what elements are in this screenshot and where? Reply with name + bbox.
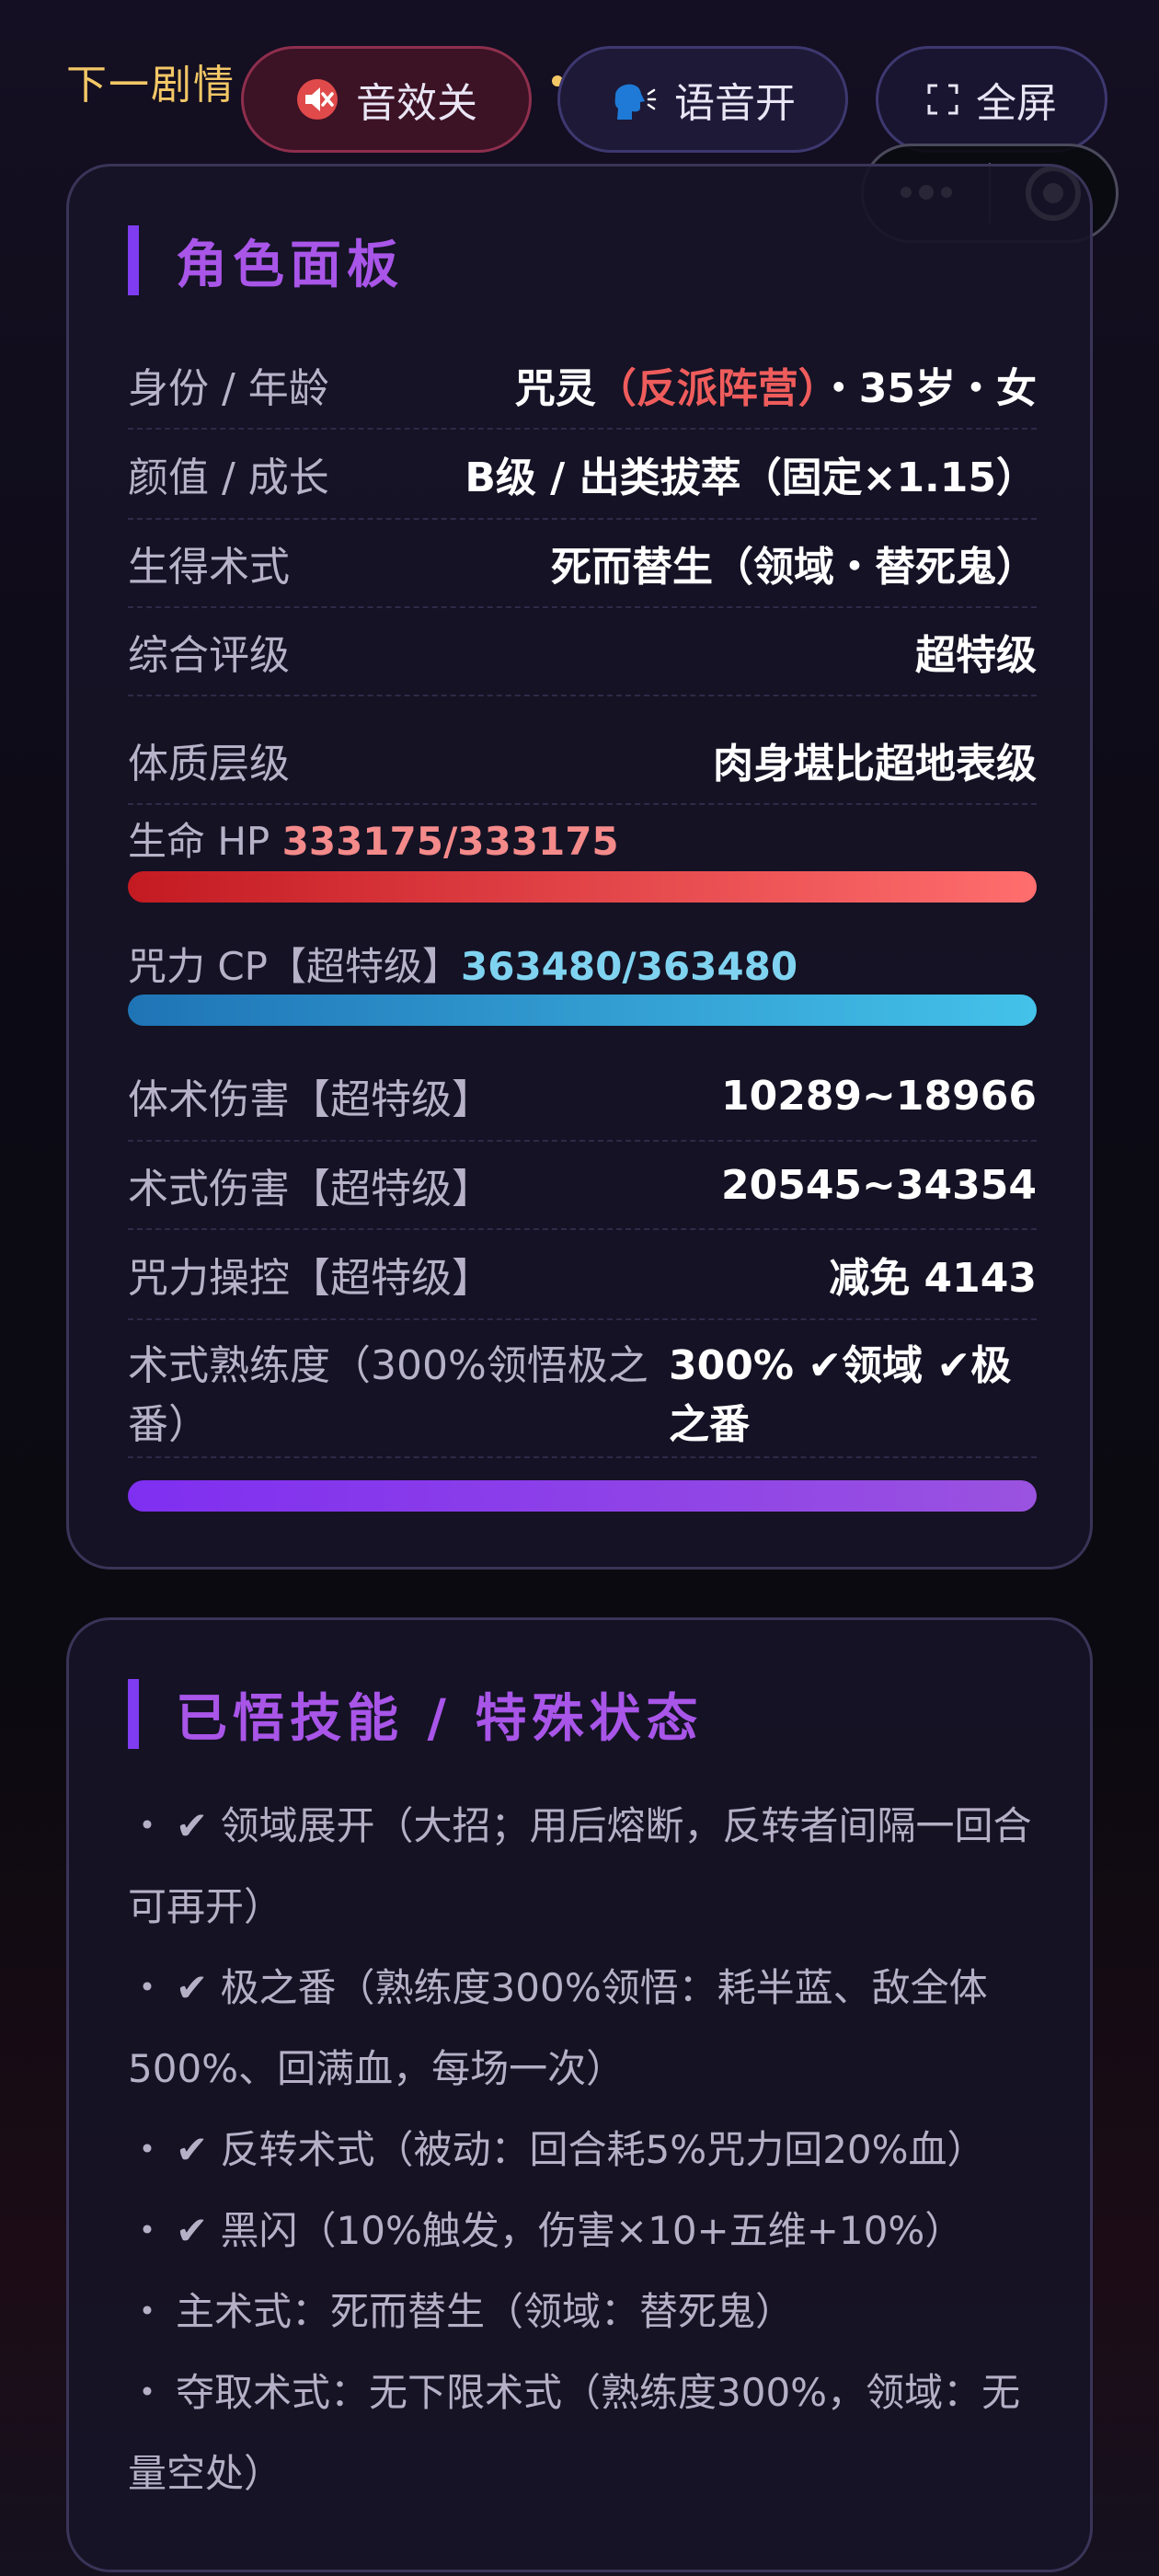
melee-damage-value: 10289~18966	[720, 1072, 1037, 1120]
fullscreen-corners-icon	[926, 83, 959, 116]
rating-label: 综合评级	[128, 632, 290, 679]
skills-list: ・ ✔ 领域展开（大招；用后熔断，反转者间隔一回合可再开） ・ ✔ 极之番（熟练度3…	[128, 1786, 1048, 2514]
fullscreen-label: 全屏	[976, 80, 1057, 127]
mastery-row: 术式熟练度（300%领悟极之番） 300% ✔领域 ✔极之番	[128, 1337, 1037, 1458]
cursed-control-label: 咒力操控【超特级】	[128, 1255, 492, 1302]
speaking-head-icon	[610, 77, 658, 121]
melee-damage-row: 体术伤害【超特级】 10289~18966	[128, 1052, 1037, 1142]
technique-damage-value: 20545~34354	[720, 1161, 1037, 1209]
skill-item: ・ ✔ 极之番（熟练度300%领悟：耗半蓝、敌全体500%、回满血，每场一次）	[128, 1965, 988, 2091]
looks-row: 颜值 / 成长 B级 / 出类拔萃（固定×1.15）	[128, 430, 1037, 520]
looks-label: 颜值 / 成长	[128, 454, 329, 501]
cursed-control-row: 咒力操控【超特级】 减免 4143	[128, 1230, 1037, 1320]
muted-speaker-icon	[295, 77, 339, 121]
mastery-label: 术式熟练度（300%领悟极之番）	[128, 1342, 648, 1448]
innate-technique-label: 生得术式	[128, 544, 290, 591]
identity-type: 咒灵	[514, 365, 596, 412]
hp-value: 333175/333175	[281, 819, 619, 864]
identity-faction: （反派阵营）	[595, 365, 819, 412]
identity-label: 身份 / 年龄	[128, 365, 329, 412]
technique-damage-row: 术式伤害【超特级】 20545~34354	[128, 1142, 1037, 1230]
next-plot-button[interactable]: 下一剧情	[66, 52, 235, 110]
top-bar: 下一剧情 音效关 语音开 全屏	[0, 0, 1159, 243]
skill-item: ・主术式：死而替生（领域：替死鬼）	[128, 2289, 795, 2334]
cp-label: 咒力 CP【超特级】	[128, 944, 462, 989]
identity-age-gender: ・35岁・女	[818, 365, 1037, 412]
voice-toggle-button[interactable]: 语音开	[557, 46, 848, 153]
skill-item: ・ ✔ 黑闪（10%触发，伤害×10+五维+10%）	[128, 2208, 964, 2253]
hp-label: 生命 HP	[128, 819, 282, 864]
cp-label-line: 咒力 CP【超特级】363480/363480	[128, 936, 798, 992]
role-panel-card: 角色面板 身份 / 年龄 咒灵（反派阵营）・35岁・女 颜值 / 成长 B级 /…	[66, 164, 1093, 1570]
skills-panel-title: 已悟技能 / 特殊状态	[128, 1679, 703, 1749]
identity-value: 咒灵（反派阵营）・35岁・女	[515, 355, 1037, 414]
physique-row: 体质层级 肉身堪比超地表级	[128, 717, 1037, 805]
cursed-control-value: 减免 4143	[829, 1255, 1037, 1302]
mastery-value: 300% ✔领域 ✔极之番	[669, 1342, 1012, 1448]
hp-bar	[128, 871, 1037, 903]
fullscreen-button[interactable]: 全屏	[876, 46, 1107, 153]
role-panel-title: 角色面板	[128, 225, 404, 295]
cp-bar	[128, 995, 1037, 1026]
sound-toggle-button[interactable]: 音效关	[241, 46, 532, 153]
looks-value: B级 / 出类拔萃（固定×1.15）	[465, 454, 1037, 501]
rating-value: 超特级	[915, 632, 1037, 679]
mastery-bar	[128, 1480, 1037, 1512]
voice-toggle-label: 语音开	[674, 80, 796, 127]
melee-damage-label: 体术伤害【超特级】	[128, 1076, 492, 1123]
skill-item: ・夺取术式：无下限术式（熟练度300%，领域：无量空处）	[128, 2370, 1021, 2496]
rating-row: 综合评级 超特级	[128, 608, 1037, 696]
skills-panel-card: 已悟技能 / 特殊状态 ・ ✔ 领域展开（大招；用后熔断，反转者间隔一回合可再开）…	[66, 1617, 1093, 2572]
skill-item: ・ ✔ 反转术式（被动：回合耗5%咒力回20%血）	[128, 2127, 986, 2172]
skill-item: ・ ✔ 领域展开（大招；用后熔断，反转者间隔一回合可再开）	[128, 1803, 1032, 1929]
hp-label-line: 生命 HP 333175/333175	[128, 811, 619, 867]
innate-technique-value: 死而替生（领域・替死鬼）	[551, 544, 1037, 591]
identity-row: 身份 / 年龄 咒灵（反派阵营）・35岁・女	[128, 341, 1037, 430]
technique-damage-label: 术式伤害【超特级】	[128, 1166, 492, 1213]
physique-label: 体质层级	[128, 741, 290, 788]
physique-value: 肉身堪比超地表级	[713, 741, 1037, 788]
innate-technique-row: 生得术式 死而替生（领域・替死鬼）	[128, 520, 1037, 608]
cp-value: 363480/363480	[461, 944, 798, 989]
sound-toggle-label: 音效关	[356, 80, 477, 127]
